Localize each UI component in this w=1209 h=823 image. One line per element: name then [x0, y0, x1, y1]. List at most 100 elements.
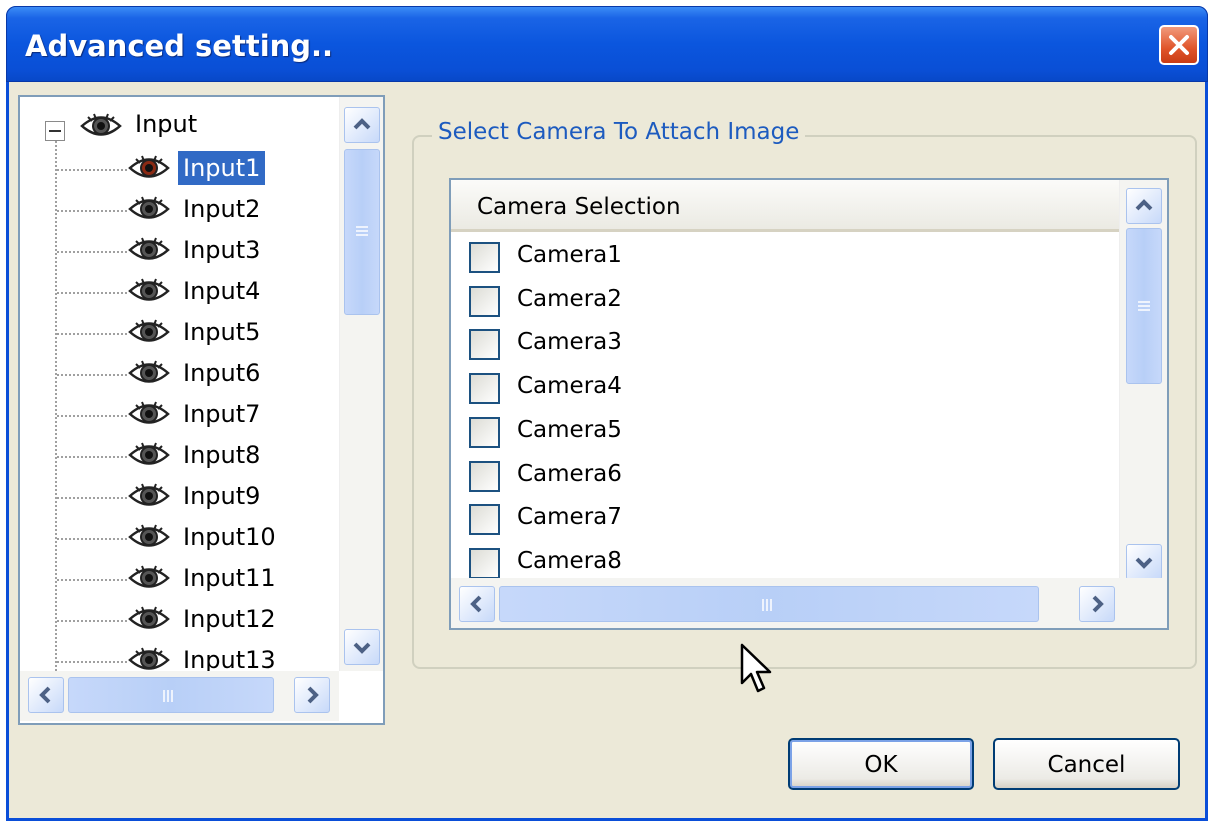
- camera-checkbox[interactable]: [469, 547, 500, 579]
- tree-item[interactable]: Input1: [20, 149, 320, 189]
- camera-row[interactable]: Camera2: [469, 282, 869, 322]
- tree-item[interactable]: Input6: [20, 354, 320, 394]
- ok-button[interactable]: OK: [788, 738, 974, 790]
- chevron-down-icon: [1135, 557, 1153, 569]
- camera-checkbox[interactable]: [469, 373, 500, 405]
- camera-label: Camera7: [517, 504, 622, 531]
- tree-item[interactable]: Input11: [20, 559, 320, 599]
- camera-row[interactable]: Camera6: [469, 457, 869, 497]
- scroll-down-button[interactable]: [344, 629, 380, 665]
- input-tree[interactable]: Input Input1 Input2 Input3 Input4 Input5 Inpu…: [18, 95, 385, 725]
- tree-item-label: Input5: [183, 318, 261, 346]
- window-title: Advanced setting..: [25, 29, 334, 63]
- eye-icon: [128, 483, 170, 506]
- eye-icon: [128, 606, 170, 629]
- camera-list-horizontal-scrollbar[interactable]: [451, 578, 1167, 628]
- camera-label: Camera8: [517, 547, 622, 574]
- eye-icon: [128, 401, 170, 424]
- tree-horizontal-scrollbar[interactable]: [20, 671, 339, 721]
- camera-row[interactable]: Camera5: [469, 413, 869, 453]
- tree-root-label: Input: [135, 110, 198, 138]
- column-header-camera-selection: Camera Selection: [477, 194, 681, 220]
- chevron-left-icon: [470, 595, 482, 613]
- camera-label: Camera4: [517, 373, 622, 400]
- camera-checkbox[interactable]: [469, 285, 500, 317]
- scroll-left-button[interactable]: [28, 677, 64, 713]
- tree-item-label: Input10: [183, 523, 276, 551]
- eye-icon: [128, 647, 170, 670]
- camera-label: Camera3: [517, 329, 622, 356]
- tree-item-label: Input1: [178, 151, 266, 185]
- close-button[interactable]: [1159, 25, 1199, 65]
- camera-checkbox[interactable]: [469, 460, 500, 492]
- tree-vertical-scrollbar[interactable]: [339, 97, 383, 671]
- camera-label: Camera1: [517, 242, 622, 268]
- tree-item[interactable]: Input12: [20, 600, 320, 640]
- chevron-left-icon: [39, 686, 51, 704]
- eye-icon: [128, 524, 170, 547]
- tree-item[interactable]: Input9: [20, 477, 320, 517]
- tree-item-label: Input4: [183, 277, 261, 305]
- camera-checkbox[interactable]: [469, 504, 500, 536]
- tree-item[interactable]: Input4: [20, 272, 320, 312]
- collapse-expander-icon[interactable]: [45, 121, 65, 141]
- tree-item[interactable]: Input10: [20, 518, 320, 558]
- scroll-thumb[interactable]: [499, 586, 1039, 622]
- camera-row[interactable]: Camera4: [469, 369, 869, 409]
- cancel-button[interactable]: Cancel: [993, 738, 1180, 790]
- chevron-right-icon: [1092, 595, 1104, 613]
- tree-content: Input Input1 Input2 Input3 Input4 Input5 Inpu…: [20, 97, 339, 671]
- tree-item[interactable]: Input7: [20, 395, 320, 435]
- camera-row[interactable]: Camera1: [469, 238, 869, 278]
- tree-root-row[interactable]: Input: [20, 107, 320, 147]
- group-title: Select Camera To Attach Image: [432, 119, 806, 145]
- scroll-up-button[interactable]: [344, 107, 380, 143]
- camera-row[interactable]: Camera7: [469, 500, 869, 540]
- camera-label: Camera2: [517, 285, 622, 312]
- chevron-down-icon: [353, 642, 371, 654]
- camera-checkbox[interactable]: [469, 242, 500, 273]
- scroll-thumb[interactable]: [1126, 228, 1162, 384]
- camera-label: Camera6: [517, 460, 622, 487]
- scroll-thumb[interactable]: [344, 149, 380, 315]
- camera-list-vertical-scrollbar[interactable]: [1119, 180, 1167, 580]
- tree-item-label: Input3: [183, 236, 261, 264]
- tree-item-label: Input6: [183, 359, 261, 387]
- camera-row[interactable]: Camera3: [469, 325, 869, 365]
- list-header[interactable]: Camera Selection: [451, 180, 1119, 232]
- scroll-up-button[interactable]: [1126, 188, 1162, 224]
- camera-list[interactable]: Camera Selection Camera1 Camera2 Camera3 Ca…: [449, 178, 1169, 630]
- chevron-right-icon: [307, 686, 319, 704]
- title-bar[interactable]: Advanced setting..: [6, 6, 1208, 82]
- eye-icon: [128, 319, 170, 342]
- camera-checkbox[interactable]: [469, 416, 500, 448]
- scroll-right-button[interactable]: [1079, 586, 1115, 622]
- mouse-cursor-icon: [740, 643, 772, 693]
- scroll-thumb[interactable]: [68, 677, 274, 713]
- tree-item[interactable]: Input3: [20, 231, 320, 271]
- tree-item-label: Input12: [183, 605, 276, 633]
- close-icon: [1169, 35, 1189, 55]
- eye-icon: [128, 360, 170, 383]
- scroll-left-button[interactable]: [459, 586, 495, 622]
- tree-item-label: Input9: [183, 482, 261, 510]
- camera-label: Camera5: [517, 416, 622, 443]
- chevron-up-icon: [353, 118, 371, 130]
- tree-item[interactable]: Input13: [20, 641, 320, 671]
- tree-item-label: Input7: [183, 400, 261, 428]
- tree-item-label: Input13: [183, 646, 276, 671]
- scroll-right-button[interactable]: [294, 677, 330, 713]
- eye-icon: [128, 565, 170, 588]
- tree-item-label: Input8: [183, 441, 261, 469]
- eye-icon: [128, 196, 170, 219]
- tree-item[interactable]: Input5: [20, 313, 320, 353]
- camera-checkbox[interactable]: [469, 329, 500, 361]
- eye-icon: [128, 237, 170, 260]
- eye-icon: [128, 278, 170, 301]
- tree-item-label: Input2: [183, 195, 261, 223]
- scroll-down-button[interactable]: [1126, 544, 1162, 580]
- tree-item[interactable]: Input2: [20, 190, 320, 230]
- tree-item[interactable]: Input8: [20, 436, 320, 476]
- eye-icon: [128, 155, 170, 178]
- eye-icon: [128, 442, 170, 465]
